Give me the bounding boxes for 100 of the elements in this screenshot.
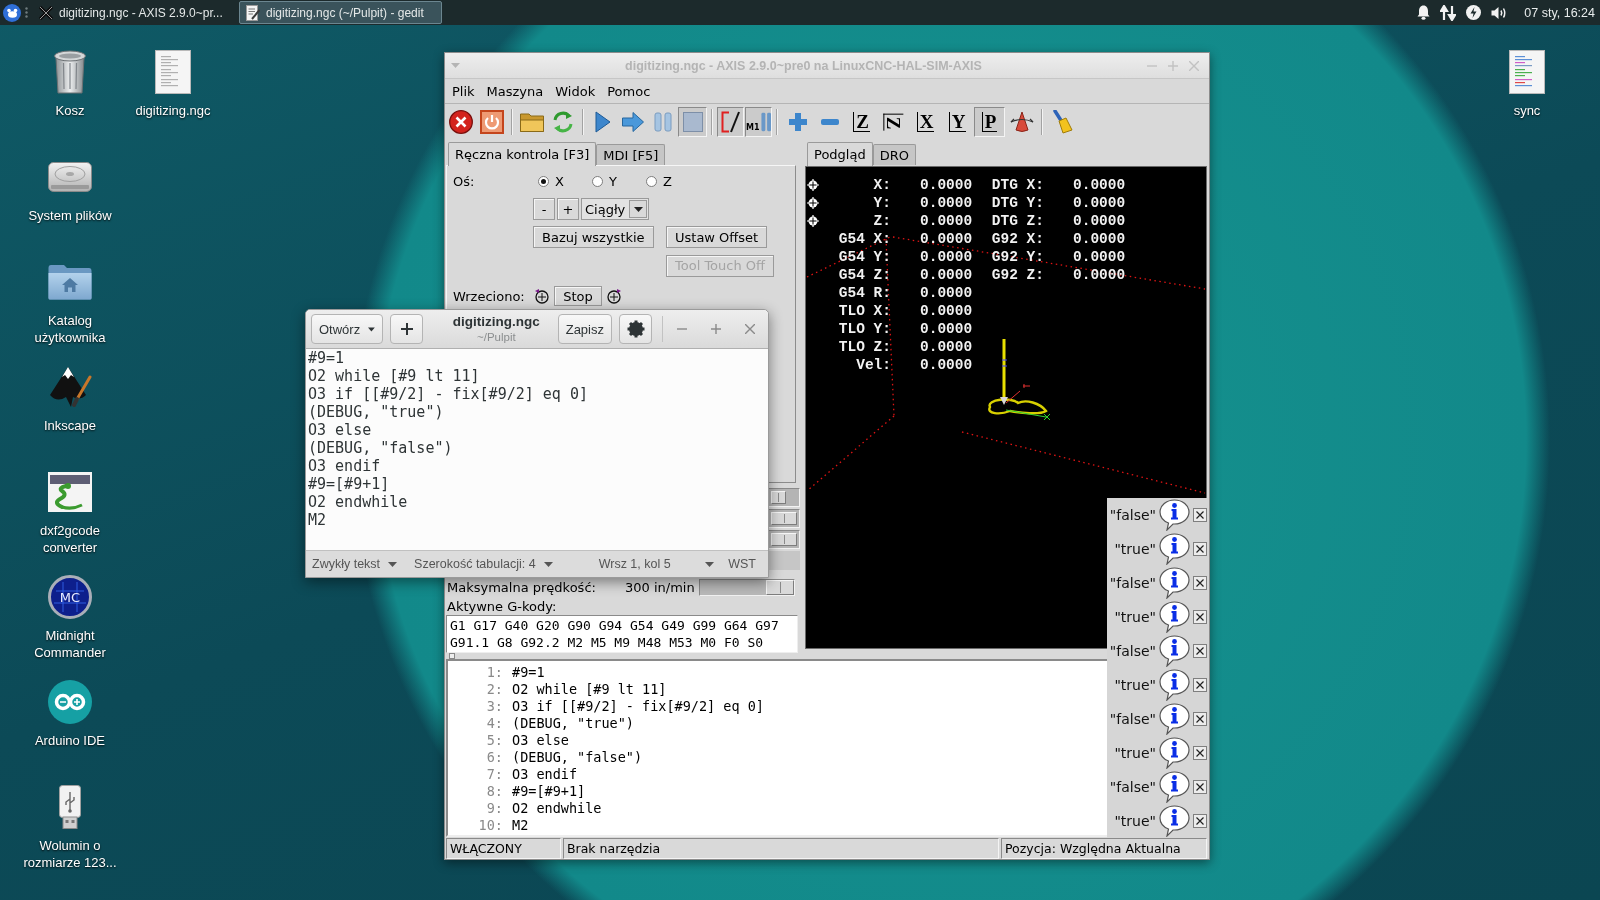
machine-power-button[interactable]: [477, 107, 507, 137]
close-button[interactable]: [1193, 644, 1207, 658]
menu-item[interactable]: Widok: [549, 81, 602, 101]
dro-label: Vel:: [856, 357, 891, 373]
view-button[interactable]: Z: [878, 107, 909, 137]
new-tab-button[interactable]: [390, 314, 423, 344]
script-file-icon[interactable]: [1509, 50, 1545, 94]
desktop-icon-label[interactable]: sync: [1513, 102, 1541, 119]
desktop-icon-label[interactable]: Inkscape: [43, 417, 96, 434]
axis-radio-option[interactable]: Y: [592, 173, 646, 189]
close-button[interactable]: [1193, 712, 1207, 726]
desktop-icon-label[interactable]: Kosz: [55, 102, 85, 119]
tab[interactable]: Podgląd: [807, 142, 873, 166]
snake-logo-icon[interactable]: [48, 472, 92, 512]
pause-icon: [760, 111, 771, 133]
desktop-icon-label[interactable]: Katalog użytkownika: [20, 312, 120, 346]
active-codes-text: G1 G17 G40 G20 G90 G94 G54 G49 G99 G64 G97: [450, 617, 780, 634]
trash-can-icon[interactable]: [54, 50, 86, 94]
slider-track[interactable]: [768, 488, 800, 507]
desktop-icon-label[interactable]: Arduino IDE: [34, 732, 106, 749]
infinity-logo-icon[interactable]: [48, 680, 92, 724]
open-button[interactable]: Otwórz: [311, 314, 383, 344]
jog-minus-button[interactable]: -: [533, 198, 555, 220]
desktop-icon-label[interactable]: digitizing.ngc: [135, 102, 211, 119]
close-icon: [1196, 749, 1204, 757]
optional-stop-button[interactable]: M1: [745, 107, 772, 137]
block-delete-button[interactable]: [717, 107, 744, 137]
plus-icon: [788, 113, 807, 131]
view-button[interactable]: P: [974, 107, 1005, 137]
usb-stick-icon[interactable]: [59, 785, 81, 829]
stop-button[interactable]: [678, 107, 707, 137]
close-button[interactable]: [1193, 678, 1207, 692]
taskbar-button[interactable]: digitizing.ngc - AXIS 2.9.0~pr...: [32, 1, 235, 24]
slider-thumb[interactable]: [766, 579, 794, 595]
info-bubble-icon: [1159, 805, 1190, 837]
disc-logo-icon[interactable]: MC: [48, 575, 92, 619]
settings-button[interactable]: [619, 314, 652, 344]
action-button[interactable]: Ustaw Offset: [666, 226, 768, 248]
dro-value: 0.0000: [920, 321, 973, 337]
close-icon[interactable]: [745, 324, 755, 334]
notification-message: "true": [1114, 609, 1156, 625]
language-button[interactable]: Zwykły tekst: [312, 557, 398, 571]
menu-item[interactable]: Pomoc: [601, 81, 657, 101]
axis-radio-option[interactable]: X: [538, 173, 592, 189]
slider-track[interactable]: [699, 578, 795, 596]
menu-item[interactable]: Plik: [446, 81, 481, 101]
close-button[interactable]: [1193, 542, 1207, 556]
tab-width-button[interactable]: Szerokość tabulacji: 4: [414, 557, 553, 571]
bell-icon[interactable]: [1417, 5, 1431, 20]
home-folder-icon[interactable]: [48, 264, 92, 300]
tab[interactable]: Ręczna kontrola [F3]: [448, 142, 597, 166]
app-menu-icon[interactable]: [3, 3, 21, 22]
view-button[interactable]: Y: [942, 107, 973, 137]
slider-thumb[interactable]: [771, 491, 786, 504]
notification-message: "true": [1114, 813, 1156, 829]
close-button[interactable]: [1193, 508, 1207, 522]
desktop-icon-label[interactable]: dxf2gcode converter: [20, 522, 120, 556]
close-button[interactable]: [1193, 780, 1207, 794]
minus-icon: [820, 119, 839, 125]
view-button[interactable]: X: [910, 107, 941, 137]
notification-message: "true": [1114, 541, 1156, 557]
radio-button[interactable]: [538, 175, 549, 187]
dro-value: 0.0000: [1073, 177, 1126, 193]
dro-value: 0.0000: [1073, 249, 1126, 265]
spindle-label: Wrzeciono:: [453, 288, 526, 304]
slider-track[interactable]: [768, 551, 800, 570]
jog-mode-dropdown[interactable]: Ciągły: [581, 198, 649, 220]
network-arrows-icon[interactable]: [1440, 4, 1457, 21]
save-button[interactable]: Zapisz: [557, 314, 612, 344]
action-button[interactable]: Bazuj wszystkie: [533, 226, 654, 248]
view-button[interactable]: Z: [846, 107, 877, 137]
jog-plus-button[interactable]: +: [557, 198, 579, 220]
emergency-stop-button[interactable]: [446, 107, 476, 137]
spindle-forward-button[interactable]: [605, 287, 623, 305]
tab[interactable]: MDI [F5]: [596, 144, 666, 165]
dro-label: G54 Y:: [838, 249, 891, 265]
desktop-icon-label[interactable]: System plików: [28, 207, 112, 224]
tab[interactable]: DRO: [872, 144, 916, 165]
close-button[interactable]: [1193, 746, 1207, 760]
max-velocity-label: Maksymalna prędkość:: [447, 579, 597, 595]
close-button[interactable]: [1193, 814, 1207, 828]
desktop-icon-label[interactable]: Midnight Commander: [20, 627, 120, 661]
spindle-reverse-button[interactable]: [533, 287, 551, 305]
menu-item[interactable]: Maszyna: [480, 81, 550, 101]
maximize-icon[interactable]: [711, 324, 721, 334]
cursor-position-button[interactable]: Wrsz 1, kol 5: [598, 557, 714, 571]
axis-radio-option[interactable]: Z: [646, 173, 700, 189]
max-velocity-reading: 300 in/min: [625, 579, 696, 595]
close-button[interactable]: [1193, 576, 1207, 590]
spindle-stop-button[interactable]: Stop: [554, 286, 602, 306]
radio-button[interactable]: [646, 175, 657, 187]
mountain-brush-icon[interactable]: [48, 365, 92, 409]
radio-button[interactable]: [592, 175, 603, 187]
lightning-circle-icon[interactable]: [1466, 5, 1482, 20]
text-editor-area[interactable]: #9=1 O2 while [#9 lt 11] O3 if [[#9/2] - fix[#9/2] eq 0] (DEBUG, "true") O3 else (DEBUG, "false") O3 endif #9=[#9+1] O2 endwhile M2: [306, 349, 768, 550]
close-button[interactable]: [1193, 610, 1207, 624]
hard-drive-icon[interactable]: [48, 162, 92, 192]
taskbar-button[interactable]: digitizing.ngc (~/Pulpit) - gedit: [239, 1, 442, 24]
dro-label: G54 X:: [838, 231, 891, 247]
desktop-icon-label[interactable]: Wolumin o rozmiarze 123...: [20, 837, 120, 871]
